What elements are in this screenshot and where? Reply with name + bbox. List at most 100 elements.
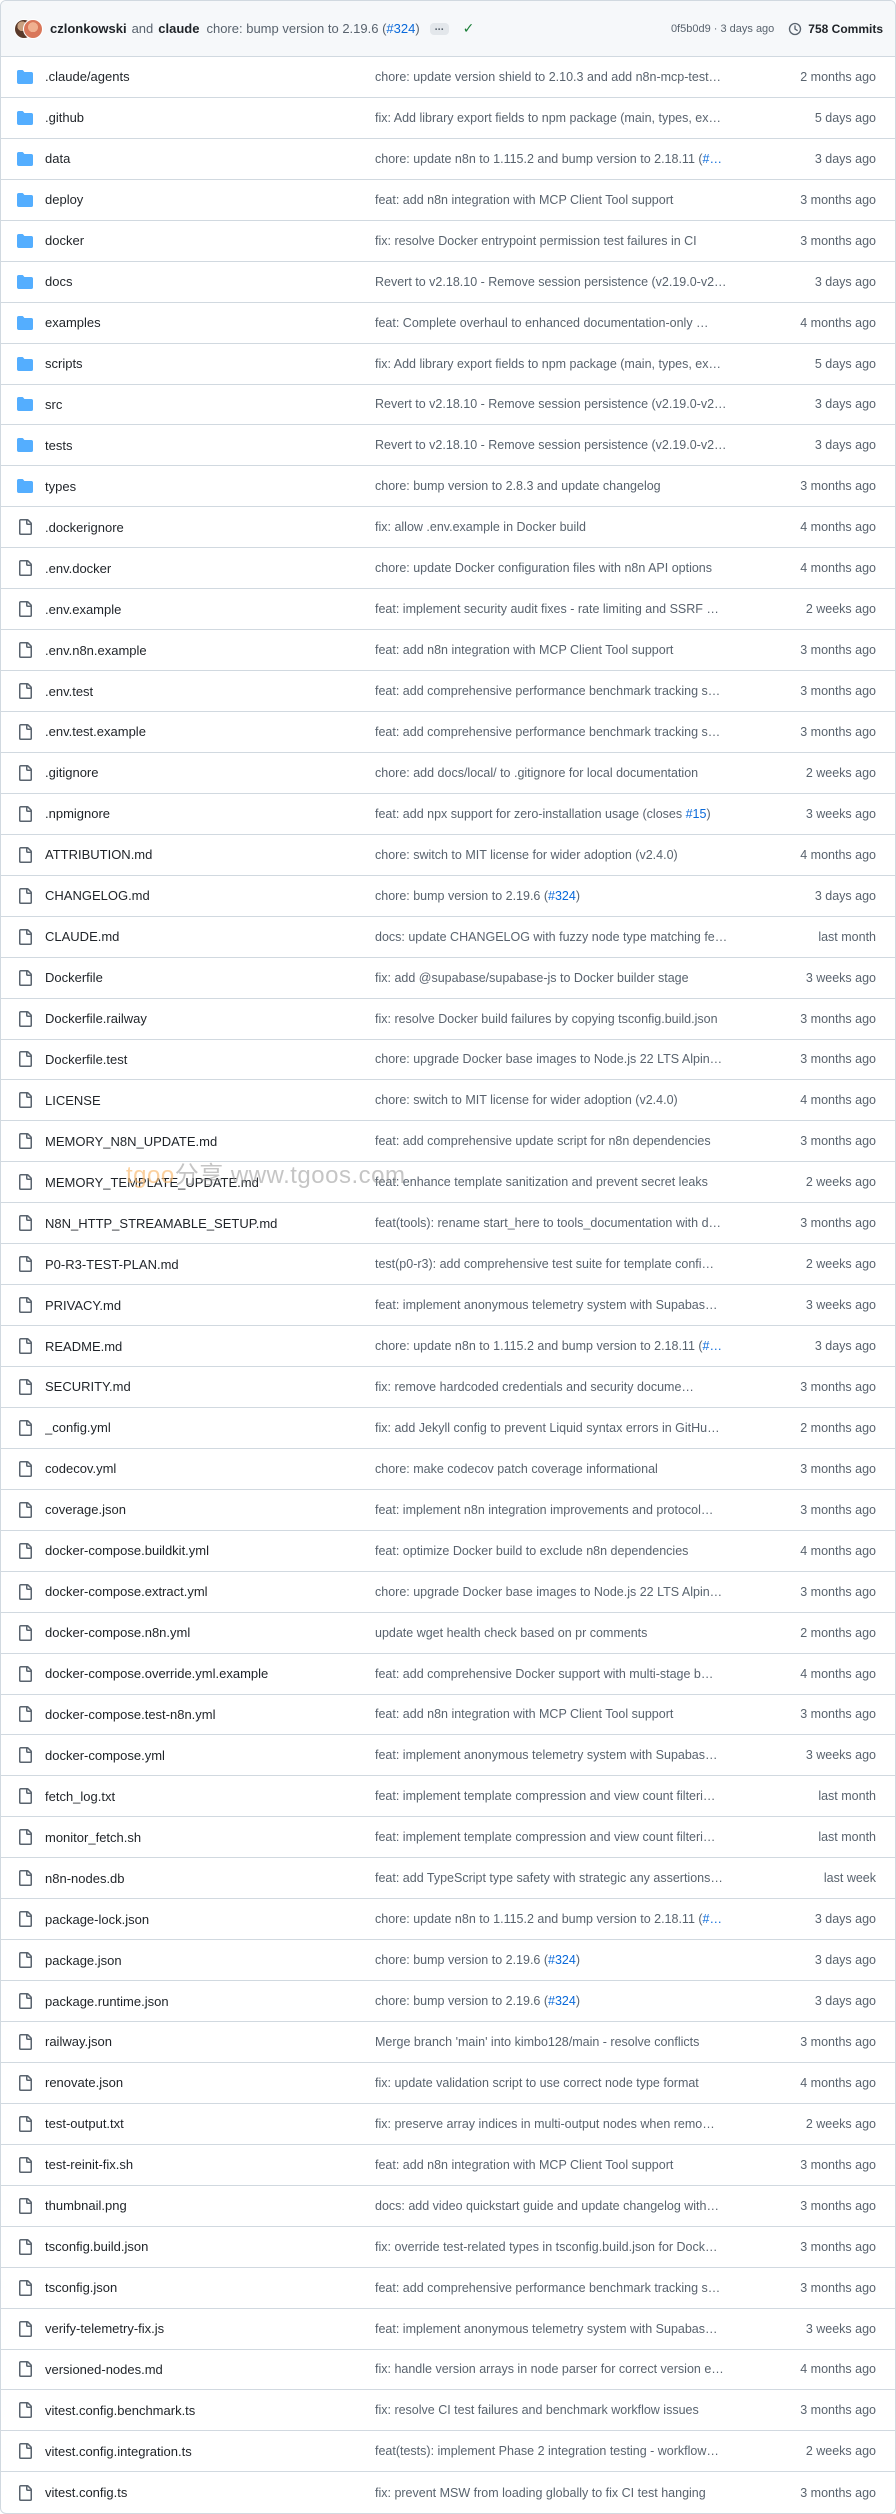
table-row[interactable]: N8N_HTTP_STREAMABLE_SETUP.md feat(tools):… (1, 1203, 895, 1245)
commit-message-link[interactable]: fix: allow .env.example in Docker build (375, 520, 768, 534)
table-row[interactable]: CHANGELOG.md chore: bump version to 2.19.… (1, 876, 895, 917)
table-row[interactable]: docker-compose.override.yml.example feat:… (1, 1654, 895, 1695)
file-name-link[interactable]: .env.test (45, 684, 375, 699)
coauthor-link[interactable]: claude (158, 21, 199, 36)
commit-message-link[interactable]: feat: implement security audit fixes - r… (375, 602, 768, 616)
folder-name-link[interactable]: deploy (45, 192, 375, 207)
commit-message-link[interactable]: Revert to v2.18.10 - Remove session pers… (375, 397, 768, 411)
commit-message-link[interactable]: fix: resolve Docker build failures by co… (375, 1012, 768, 1026)
table-row[interactable]: docker-compose.test-n8n.yml feat: add n8n… (1, 1695, 895, 1736)
folder-name-link[interactable]: src (45, 397, 375, 412)
file-name-link[interactable]: MEMORY_TEMPLATE_UPDATE.md (45, 1175, 375, 1190)
author-link[interactable]: czlonkowski (50, 21, 127, 36)
table-row[interactable]: LICENSE chore: switch to MIT license for … (1, 1080, 895, 1122)
commit-sha-time[interactable]: 0f5b0d9 · 3 days ago (671, 23, 774, 35)
table-row[interactable]: .env.example feat: implement security aud… (1, 589, 895, 631)
commit-message-link[interactable]: chore: update version shield to 2.10.3 a… (375, 70, 768, 84)
file-name-link[interactable]: package.runtime.json (45, 1994, 375, 2009)
commit-message-link[interactable]: test(p0-r3): add comprehensive test suit… (375, 1257, 768, 1271)
file-name-link[interactable]: verify-telemetry-fix.js (45, 2321, 375, 2336)
table-row[interactable]: .npmignore feat: add npx support for zero… (1, 794, 895, 835)
table-row[interactable]: versioned-nodes.md fix: handle version ar… (1, 2350, 895, 2391)
table-row[interactable]: Dockerfile.test chore: upgrade Docker bas… (1, 1040, 895, 1081)
file-name-link[interactable]: Dockerfile (45, 970, 375, 985)
commit-message-link[interactable]: feat(tests): implement Phase 2 integrati… (375, 2444, 768, 2458)
commit-message-link[interactable]: feat: add comprehensive update script fo… (375, 1134, 768, 1148)
file-name-link[interactable]: docker-compose.override.yml.example (45, 1666, 375, 1681)
table-row[interactable]: examples feat: Complete overhaul to enhan… (1, 303, 895, 344)
commit-message-link[interactable]: chore: bump version to 2.19.6 (#324) (375, 889, 768, 903)
table-row[interactable]: .env.test feat: add comprehensive perform… (1, 671, 895, 712)
file-name-link[interactable]: .gitignore (45, 765, 375, 780)
commit-message-link[interactable]: chore: update n8n to 1.115.2 and bump ve… (375, 1339, 768, 1353)
commit-message-link[interactable]: feat: add n8n integration with MCP Clien… (375, 643, 768, 657)
table-row[interactable]: tsconfig.build.json fix: override test-re… (1, 2227, 895, 2268)
table-row[interactable]: README.md chore: update n8n to 1.115.2 an… (1, 1326, 895, 1367)
file-name-link[interactable]: _config.yml (45, 1420, 375, 1435)
check-icon[interactable]: ✓ (463, 20, 475, 37)
pr-link[interactable]: #324 (548, 1994, 576, 2008)
commit-message-link[interactable]: feat: implement anonymous telemetry syst… (375, 1298, 768, 1312)
table-row[interactable]: P0-R3-TEST-PLAN.md test(p0-r3): add compr… (1, 1244, 895, 1286)
table-row[interactable]: docker-compose.yml feat: implement anonym… (1, 1735, 895, 1777)
table-row[interactable]: Dockerfile.railway fix: resolve Docker bu… (1, 999, 895, 1040)
folder-name-link[interactable]: types (45, 479, 375, 494)
commit-message-link[interactable]: feat: enhance template sanitization and … (375, 1175, 768, 1189)
table-row[interactable]: renovate.json fix: update validation scri… (1, 2063, 895, 2104)
file-name-link[interactable]: CHANGELOG.md (45, 888, 375, 903)
table-row[interactable]: MEMORY_TEMPLATE_UPDATE.md feat: enhance t… (1, 1162, 895, 1204)
commit-message-link[interactable]: fix: add @supabase/supabase-js to Docker… (375, 971, 768, 985)
file-name-link[interactable]: .env.example (45, 602, 375, 617)
commit-message-link[interactable]: chore: update n8n to 1.115.2 and bump ve… (375, 1912, 768, 1926)
pr-link[interactable]: #324 (548, 1953, 576, 1967)
file-name-link[interactable]: test-reinit-fix.sh (45, 2157, 375, 2172)
file-name-link[interactable]: package-lock.json (45, 1912, 375, 1927)
avatar[interactable] (23, 18, 43, 39)
avatar-group[interactable] (14, 17, 44, 41)
file-name-link[interactable]: README.md (45, 1339, 375, 1354)
table-row[interactable]: package.runtime.json chore: bump version … (1, 1981, 895, 2022)
table-row[interactable]: .env.n8n.example feat: add n8n integratio… (1, 630, 895, 672)
file-name-link[interactable]: versioned-nodes.md (45, 2362, 375, 2377)
commit-message[interactable]: chore: bump version to 2.19.6 (#324) (206, 21, 419, 36)
file-name-link[interactable]: docker-compose.yml (45, 1748, 375, 1763)
file-name-link[interactable]: coverage.json (45, 1502, 375, 1517)
file-name-link[interactable]: P0-R3-TEST-PLAN.md (45, 1257, 375, 1272)
commit-message-link[interactable]: feat: add comprehensive performance benc… (375, 2281, 768, 2295)
file-name-link[interactable]: tsconfig.build.json (45, 2239, 375, 2254)
file-name-link[interactable]: package.json (45, 1953, 375, 1968)
file-name-link[interactable]: .env.n8n.example (45, 643, 375, 658)
file-name-link[interactable]: Dockerfile.test (45, 1052, 375, 1067)
table-row[interactable]: .env.docker chore: update Docker configur… (1, 548, 895, 590)
table-row[interactable]: .env.test.example feat: add comprehensive… (1, 712, 895, 753)
table-row[interactable]: types chore: bump version to 2.8.3 and up… (1, 466, 895, 508)
table-row[interactable]: vitest.config.benchmark.ts fix: resolve C… (1, 2390, 895, 2432)
commit-message-link[interactable]: chore: update Docker configuration files… (375, 561, 768, 575)
table-row[interactable]: deploy feat: add n8n integration with MCP… (1, 180, 895, 221)
table-row[interactable]: test-reinit-fix.sh feat: add n8n integrat… (1, 2145, 895, 2186)
table-row[interactable]: codecov.yml chore: make codecov patch cov… (1, 1449, 895, 1490)
folder-name-link[interactable]: scripts (45, 356, 375, 371)
file-name-link[interactable]: .dockerignore (45, 520, 375, 535)
commit-message-link[interactable]: feat: add comprehensive performance benc… (375, 684, 768, 698)
file-name-link[interactable]: renovate.json (45, 2075, 375, 2090)
pr-link[interactable]: #324 (548, 889, 576, 903)
table-row[interactable]: docker-compose.extract.yml chore: upgrade… (1, 1572, 895, 1613)
table-row[interactable]: SECURITY.md fix: remove hardcoded credent… (1, 1367, 895, 1408)
expand-message-button[interactable]: ... (429, 21, 449, 35)
file-name-link[interactable]: PRIVACY.md (45, 1298, 375, 1313)
commit-message-text[interactable]: chore: bump version to 2.19.6 ( (206, 21, 386, 36)
table-row[interactable]: fetch_log.txt feat: implement template co… (1, 1776, 895, 1818)
commit-message-link[interactable]: fix: prevent MSW from loading globally t… (375, 2486, 768, 2500)
commit-message-link[interactable]: chore: bump version to 2.19.6 (#324) (375, 1994, 768, 2008)
file-name-link[interactable]: vitest.config.integration.ts (45, 2444, 375, 2459)
commit-message-link[interactable]: feat: add n8n integration with MCP Clien… (375, 193, 768, 207)
table-row[interactable]: tsconfig.json feat: add comprehensive per… (1, 2268, 895, 2309)
table-row[interactable]: .dockerignore fix: allow .env.example in … (1, 507, 895, 549)
file-name-link[interactable]: vitest.config.benchmark.ts (45, 2403, 375, 2418)
file-name-link[interactable]: docker-compose.extract.yml (45, 1584, 375, 1599)
table-row[interactable]: .github fix: Add library export fields to… (1, 98, 895, 139)
table-row[interactable]: package.json chore: bump version to 2.19.… (1, 1940, 895, 1982)
commit-message-link[interactable]: chore: switch to MIT license for wider a… (375, 848, 768, 862)
file-name-link[interactable]: test-output.txt (45, 2116, 375, 2131)
